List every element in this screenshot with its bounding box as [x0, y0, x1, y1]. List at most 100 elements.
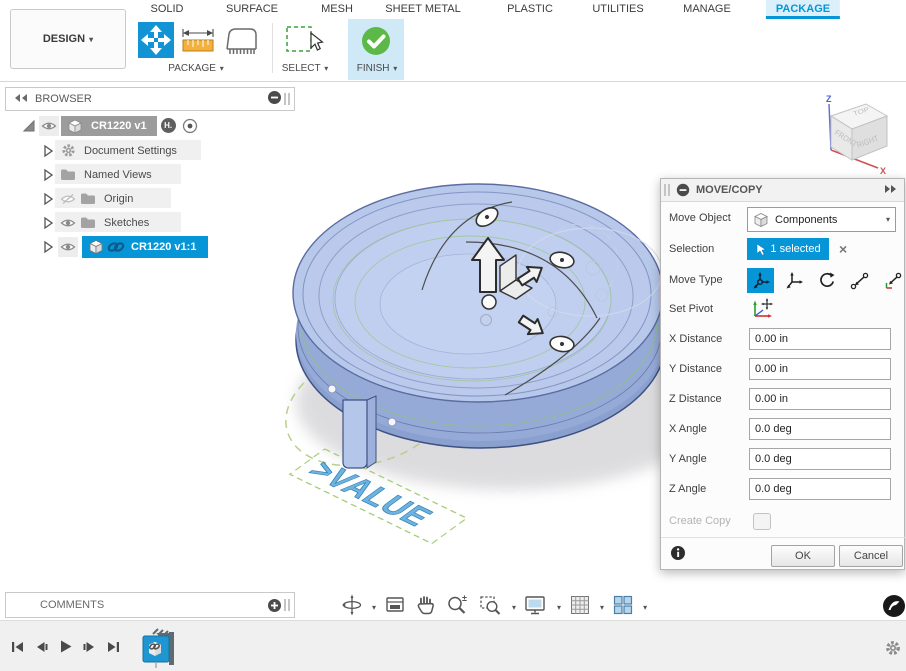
tab-surface[interactable]: SURFACE	[216, 0, 288, 19]
measure-ruler-icon[interactable]	[180, 25, 218, 62]
timeline-settings-gear-icon[interactable]	[884, 639, 902, 662]
zoom-window-icon[interactable]	[478, 593, 504, 622]
move-type-point-to-position[interactable]	[879, 268, 906, 293]
visibility-eye-icon[interactable]	[58, 217, 78, 229]
browser-row-root[interactable]: CR1220 v1 H.	[5, 114, 200, 137]
chevron-right-icon[interactable]	[38, 144, 58, 158]
selection-button[interactable]: 1 selected	[747, 238, 829, 260]
tab-solid[interactable]: SOLID	[140, 0, 193, 19]
finish-check-icon[interactable]	[359, 24, 393, 63]
browser-row-component-selected[interactable]: CR1220 v1:1	[5, 235, 209, 258]
browser-row-named-views[interactable]: Named Views	[5, 163, 181, 186]
visibility-eye-icon[interactable]	[39, 115, 59, 136]
orbit-icon[interactable]	[340, 593, 364, 622]
tab-plastic[interactable]: PLASTIC	[497, 0, 563, 19]
move-tool-icon[interactable]	[138, 22, 174, 63]
select-tool-icon[interactable]	[284, 24, 326, 63]
workspace-switcher-button[interactable]: DESIGN ▾	[10, 9, 126, 69]
dialog-header[interactable]: MOVE/COPY	[661, 179, 904, 202]
comments-panel-header[interactable]: COMMENTS	[5, 592, 295, 618]
visibility-off-eye-icon[interactable]	[58, 193, 78, 205]
view-cube[interactable]: Z X TOP FRONT RIGHT	[812, 92, 906, 185]
z-angle-input[interactable]	[749, 478, 891, 500]
browser-panel-header[interactable]: BROWSER	[5, 87, 295, 111]
zoom-icon[interactable]: ±	[445, 593, 471, 622]
move-type-point-to-point[interactable]	[846, 268, 873, 293]
panel-resize-grip[interactable]	[284, 93, 286, 105]
step-forward-icon[interactable]	[82, 640, 97, 659]
minimize-panel-icon[interactable]	[267, 90, 282, 108]
activate-component-radio[interactable]	[180, 118, 200, 134]
row-label: Origin	[104, 192, 134, 205]
grid-display-icon[interactable]	[568, 593, 592, 622]
component-occurrence-label[interactable]: CR1220 v1:1	[82, 235, 209, 258]
look-at-icon[interactable]	[383, 593, 407, 622]
move-type-rotate[interactable]	[813, 268, 840, 293]
tab-package[interactable]: PACKAGE	[765, 0, 841, 19]
package-group-dropdown[interactable]: PACKAGE ▾	[168, 63, 223, 74]
z-distance-label: Z Distance	[669, 393, 722, 405]
folder-icon	[58, 168, 78, 181]
viewports-icon[interactable]	[611, 593, 635, 622]
chevron-right-icon[interactable]	[38, 192, 58, 206]
panel-resize-grip[interactable]	[288, 93, 290, 105]
caret-down-icon[interactable]: ▾	[512, 603, 516, 612]
tab-utilities[interactable]: UTILITIES	[582, 0, 653, 19]
set-pivot-button[interactable]	[749, 297, 775, 324]
browser-row-origin[interactable]: Origin	[5, 187, 171, 210]
go-to-end-icon[interactable]	[106, 640, 121, 659]
play-icon[interactable]	[58, 639, 73, 659]
cancel-button[interactable]: Cancel	[839, 545, 903, 567]
assistant-icon[interactable]	[882, 594, 906, 623]
move-type-free-move[interactable]	[747, 268, 774, 293]
browser-row-document-settings[interactable]: Document Settings	[5, 139, 201, 162]
info-icon[interactable]	[670, 545, 686, 564]
collapse-panel-icon[interactable]	[14, 93, 29, 106]
move-type-translate[interactable]	[780, 268, 807, 293]
dialog-drag-grip[interactable]	[664, 184, 666, 196]
tab-manage[interactable]: MANAGE	[673, 0, 741, 19]
add-comment-icon[interactable]	[267, 598, 282, 613]
chevron-right-icon[interactable]	[38, 240, 58, 254]
y-angle-input[interactable]	[749, 448, 891, 470]
ok-button[interactable]: OK	[771, 545, 835, 567]
folder-icon	[78, 216, 98, 229]
clear-selection-icon[interactable]: ×	[839, 241, 847, 257]
caret-down-icon[interactable]: ▾	[600, 603, 604, 612]
chevron-right-icon[interactable]	[38, 168, 58, 182]
thermoform-mold-icon[interactable]	[222, 25, 262, 62]
z-distance-input[interactable]	[749, 388, 891, 410]
model-cr1220-package[interactable]: >VALUE	[250, 150, 720, 595]
step-back-icon[interactable]	[34, 640, 49, 659]
panel-resize-grip[interactable]	[284, 599, 286, 611]
manipulator-center-point	[481, 294, 497, 310]
x-angle-input[interactable]	[749, 418, 891, 440]
chevron-right-icon[interactable]	[38, 216, 58, 230]
select-group-dropdown[interactable]: SELECT ▾	[282, 63, 329, 74]
tab-mesh[interactable]: MESH	[311, 0, 363, 19]
y-distance-input[interactable]	[749, 358, 891, 380]
expand-dialog-icon[interactable]	[884, 184, 898, 197]
browser-row-sketches[interactable]: Sketches	[5, 211, 181, 234]
move-object-dropdown[interactable]: Components ▾	[747, 207, 896, 232]
expand-triangle-icon[interactable]	[19, 119, 39, 133]
caret-down-icon[interactable]: ▾	[557, 603, 561, 612]
x-distance-input[interactable]	[749, 328, 891, 350]
tab-sheet-metal[interactable]: SHEET METAL	[375, 0, 470, 19]
finish-group-dropdown[interactable]: FINISH ▾	[357, 63, 398, 74]
caret-down-icon[interactable]: ▾	[643, 603, 647, 612]
create-copy-checkbox[interactable]	[753, 513, 771, 530]
collapse-dialog-icon[interactable]	[676, 183, 690, 197]
visibility-eye-icon[interactable]	[58, 236, 78, 257]
display-settings-icon[interactable]	[523, 593, 549, 622]
pan-hand-icon[interactable]	[414, 593, 438, 622]
dialog-drag-grip[interactable]	[668, 184, 670, 196]
caret-down-icon[interactable]: ▾	[372, 603, 376, 612]
go-to-start-icon[interactable]	[10, 640, 25, 659]
timeline-feature-component-insert[interactable]	[140, 627, 184, 671]
caret-down-icon: ▾	[324, 64, 329, 73]
panel-resize-grip[interactable]	[288, 599, 290, 611]
caret-down-icon: ▾	[393, 64, 398, 73]
row-label: Named Views	[84, 168, 152, 181]
root-component-label[interactable]: CR1220 v1	[61, 115, 157, 136]
